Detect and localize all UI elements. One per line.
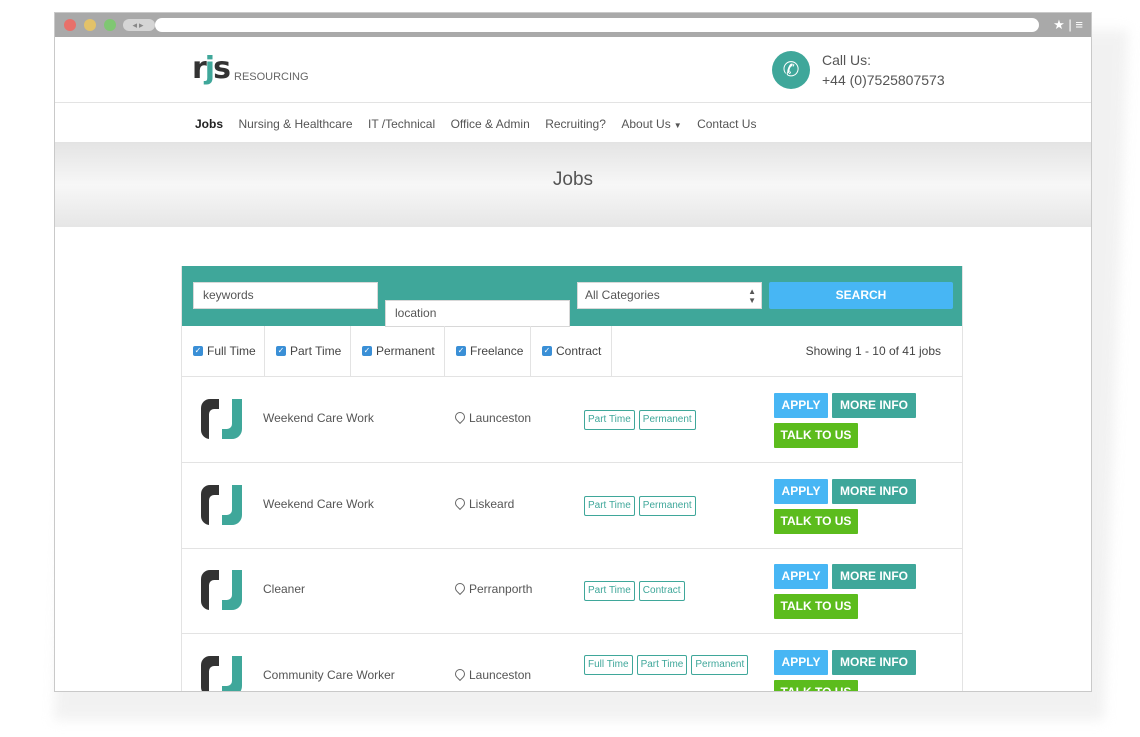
- logo-text: RESOURCING: [234, 71, 309, 83]
- nav-item-nursing-healthcare[interactable]: Nursing & Healthcare: [238, 117, 352, 131]
- checkbox-checked-icon[interactable]: ✓: [276, 345, 286, 356]
- company-logo: [201, 656, 242, 691]
- more-info-button[interactable]: MORE INFO: [832, 650, 916, 675]
- job-location: Perranporth: [452, 580, 532, 596]
- job-row: Cleaner Perranporth Part Time Contract AP…: [182, 548, 962, 634]
- job-type-tag: Contract: [638, 581, 685, 601]
- page-title: Jobs: [552, 169, 594, 190]
- job-row: Community Care Worker Launceston Full Ti…: [182, 634, 962, 691]
- nav-item-it-technical[interactable]: IT /Technical: [368, 117, 435, 131]
- results-count: Showing 1 - 10 of 41 jobs: [805, 344, 941, 358]
- site-logo[interactable]: rjs: [192, 54, 231, 84]
- address-bar[interactable]: [155, 18, 1039, 32]
- select-arrows-icon: ▲ ▼: [748, 287, 756, 305]
- filter-freelance[interactable]: ✓ Freelance: [445, 326, 531, 376]
- map-pin-icon: [452, 409, 468, 425]
- job-type-filters: ✓ Full Time ✓ Part Time ✓ Permanent ✓ Freela…: [182, 326, 962, 377]
- browser-window: ◂▸ ★ | ≡ rjs RESOURCING ✆ Call Us: +44 (…: [54, 12, 1092, 692]
- job-tags: Part Time Permanent: [584, 495, 754, 520]
- job-type-tag: Permanent: [638, 496, 696, 516]
- company-logo: [201, 570, 242, 611]
- nav-item-recruiting[interactable]: Recruiting?: [545, 117, 606, 131]
- location-input[interactable]: location: [385, 300, 570, 327]
- checkbox-checked-icon[interactable]: ✓: [542, 345, 552, 356]
- nav-item-contact-us[interactable]: Contact Us: [697, 117, 756, 131]
- checkbox-checked-icon[interactable]: ✓: [362, 345, 372, 356]
- call-label: Call Us:: [822, 52, 872, 68]
- job-row: Weekend Care Work Liskeard Part Time Perm…: [182, 463, 962, 549]
- category-select[interactable]: All Categories ▲ ▼: [577, 282, 762, 309]
- more-info-button[interactable]: MORE INFO: [832, 564, 916, 589]
- checkbox-checked-icon[interactable]: ✓: [193, 345, 203, 356]
- map-pin-icon: [452, 580, 468, 596]
- job-type-tag: Part Time: [636, 655, 688, 675]
- apply-button[interactable]: APPLY: [774, 393, 828, 418]
- jobs-panel: keywords location All Categories ▲ ▼ SEAR…: [181, 266, 963, 691]
- nav-item-about-us[interactable]: About Us ▼: [621, 117, 681, 131]
- company-logo: [201, 399, 242, 440]
- talk-to-us-button[interactable]: TALK TO US: [774, 680, 858, 691]
- more-info-button[interactable]: MORE INFO: [832, 393, 916, 418]
- job-type-tag: Full Time: [584, 655, 633, 675]
- maximize-window-button[interactable]: [104, 19, 116, 31]
- job-row: Weekend Care Work Launceston Part Time Pe…: [182, 377, 962, 463]
- map-pin-icon: [452, 495, 468, 511]
- job-tags: Part Time Permanent: [584, 409, 754, 434]
- back-forward-icon[interactable]: ◂▸: [123, 19, 155, 31]
- bookmark-menu-icon[interactable]: ★ | ≡: [1053, 16, 1083, 34]
- filter-part-time[interactable]: ✓ Part Time: [265, 326, 351, 376]
- company-logo: [201, 485, 242, 526]
- job-type-tag: Permanent: [691, 655, 749, 675]
- caret-down-icon: ▼: [673, 121, 682, 130]
- close-window-button[interactable]: [64, 19, 76, 31]
- phone-icon[interactable]: ✆: [772, 51, 810, 89]
- apply-button[interactable]: APPLY: [774, 564, 828, 589]
- nav-item-office-admin[interactable]: Office & Admin: [451, 117, 530, 131]
- map-pin-icon: [452, 666, 468, 682]
- job-tags: Part Time Contract: [584, 580, 754, 605]
- job-location: Launceston: [452, 409, 531, 425]
- job-type-tag: Part Time: [584, 581, 635, 601]
- job-type-tag: Part Time: [584, 496, 635, 516]
- apply-button[interactable]: APPLY: [774, 650, 828, 675]
- filter-permanent[interactable]: ✓ Permanent: [351, 326, 445, 376]
- search-bar: keywords location All Categories ▲ ▼ SEAR…: [182, 266, 962, 327]
- page-hero: Jobs: [55, 143, 1091, 227]
- site-header: rjs RESOURCING ✆ Call Us: +44 (0)7525807…: [55, 37, 1091, 103]
- job-title[interactable]: Cleaner: [263, 582, 305, 596]
- job-title[interactable]: Community Care Worker: [263, 668, 395, 682]
- talk-to-us-button[interactable]: TALK TO US: [774, 509, 858, 534]
- main-nav: Jobs Nursing & Healthcare IT /Technical …: [55, 103, 1091, 143]
- filter-contract[interactable]: ✓ Contract: [531, 326, 612, 376]
- apply-button[interactable]: APPLY: [774, 479, 828, 504]
- job-location: Liskeard: [452, 495, 514, 511]
- talk-to-us-button[interactable]: TALK TO US: [774, 423, 858, 448]
- talk-to-us-button[interactable]: TALK TO US: [774, 594, 858, 619]
- more-info-button[interactable]: MORE INFO: [832, 479, 916, 504]
- checkbox-checked-icon[interactable]: ✓: [456, 345, 466, 356]
- job-location: Launceston: [452, 666, 531, 682]
- browser-chrome: ◂▸ ★ | ≡: [55, 13, 1091, 37]
- job-tags: Full Time Part Time Permanent: [584, 654, 754, 679]
- filter-full-time[interactable]: ✓ Full Time: [182, 326, 265, 376]
- call-number[interactable]: +44 (0)7525807573: [822, 72, 945, 88]
- job-title[interactable]: Weekend Care Work: [263, 411, 374, 425]
- nav-item-jobs[interactable]: Jobs: [195, 117, 223, 131]
- search-button[interactable]: SEARCH: [769, 282, 953, 309]
- keywords-input[interactable]: keywords: [193, 282, 378, 309]
- job-title[interactable]: Weekend Care Work: [263, 497, 374, 511]
- job-type-tag: Part Time: [584, 410, 635, 430]
- minimize-window-button[interactable]: [84, 19, 96, 31]
- job-type-tag: Permanent: [638, 410, 696, 430]
